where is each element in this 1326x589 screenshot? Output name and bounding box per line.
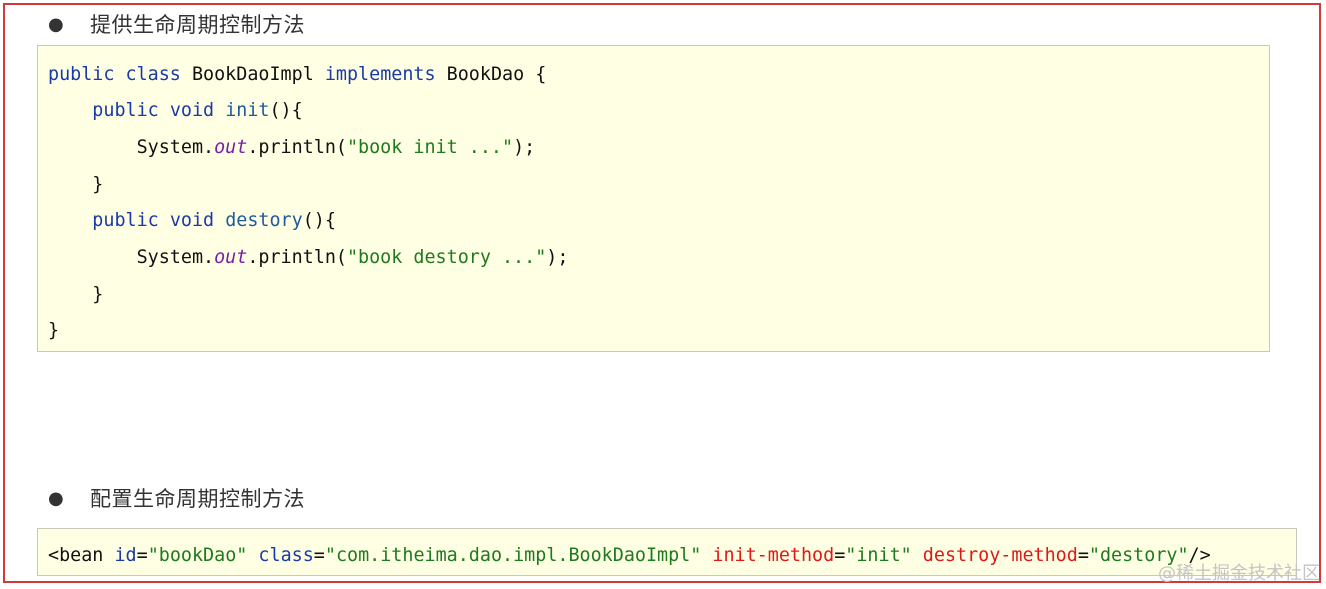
- code-text: .println(: [247, 137, 347, 158]
- code-punct: );: [513, 137, 536, 158]
- code-punct: }: [48, 320, 60, 341]
- bullet-icon: ●: [48, 13, 64, 35]
- method-name: destory: [225, 210, 303, 231]
- code-text: System.: [136, 137, 215, 158]
- field-name: out: [214, 137, 248, 158]
- watermark-text: @稀土掘金技术社区: [1158, 563, 1320, 584]
- code-line-7: }: [48, 282, 103, 308]
- code-text: .println(: [247, 247, 347, 268]
- xml-code-block: <bean id="bookDao" class="com.itheima.da…: [37, 528, 1297, 576]
- keyword: public: [48, 64, 115, 85]
- code-line-6: System.out.println("book destory ...");: [48, 245, 569, 271]
- keyword: public: [92, 210, 159, 231]
- java-code-block: public class BookDaoImpl implements Book…: [37, 45, 1270, 352]
- string-literal: "book init ...": [346, 137, 514, 158]
- xml-code-line: <bean id="bookDao" class="com.itheima.da…: [48, 545, 1211, 566]
- interface-name: BookDao {: [446, 64, 547, 85]
- code-text: System.: [136, 247, 215, 268]
- field-name: out: [214, 247, 248, 268]
- keyword: public: [92, 100, 159, 121]
- xml-attr: init-method: [712, 545, 835, 566]
- keyword: implements: [324, 64, 436, 85]
- code-punct: (){: [269, 100, 303, 121]
- bullet-icon: ●: [48, 487, 64, 509]
- code-line-3: System.out.println("book init ...");: [48, 135, 536, 161]
- keyword: class: [125, 64, 181, 85]
- code-punct: }: [92, 174, 104, 195]
- xml-attr: class: [258, 545, 314, 566]
- class-name: BookDaoImpl: [191, 64, 314, 85]
- keyword: void: [169, 100, 215, 121]
- code-line-4: }: [48, 172, 103, 198]
- code-line-1: public class BookDaoImpl implements Book…: [48, 62, 546, 88]
- keyword: void: [169, 210, 215, 231]
- xml-attr: id: [114, 545, 137, 566]
- code-punct: );: [546, 247, 569, 268]
- xml-tag: <bean: [48, 545, 104, 566]
- xml-value: "init": [845, 545, 912, 566]
- section-title: 提供生命周期控制方法: [90, 13, 305, 37]
- code-line-8: }: [48, 318, 59, 344]
- string-literal: "book destory ...": [346, 247, 547, 268]
- section-title: 配置生命周期控制方法: [90, 487, 305, 511]
- xml-value: "bookDao": [147, 545, 248, 566]
- code-line-5: public void destory(){: [48, 208, 336, 234]
- code-punct: }: [92, 284, 104, 305]
- code-line-2: public void init(){: [48, 98, 303, 124]
- xml-value: "com.itheima.dao.impl.BookDaoImpl": [324, 545, 702, 566]
- method-name: init: [225, 100, 270, 121]
- code-punct: (){: [302, 210, 336, 231]
- section-heading-2: ● 配置生命周期控制方法: [48, 483, 305, 513]
- xml-attr: destroy-method: [922, 545, 1078, 566]
- section-heading-1: ● 提供生命周期控制方法: [48, 9, 305, 39]
